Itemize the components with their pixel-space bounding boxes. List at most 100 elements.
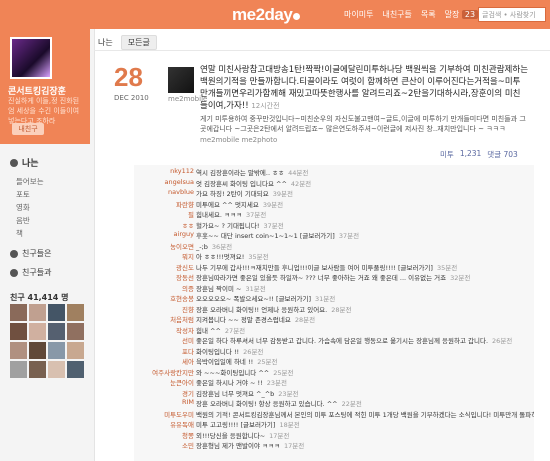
comment-row: nky112 역시 김장훈이라는 말밖에.. ㅎㅎ 44분전 — [134, 167, 534, 177]
comment-author[interactable]: airguy — [134, 230, 194, 238]
friend-avatar[interactable] — [10, 342, 27, 359]
sidebar-friend-groups[interactable]: 친구들과 — [10, 267, 88, 278]
comment-row: 장동선 장훈님따라가면 좋은일 있을듯 하일까~ ??? 너무 좋아하는 거죠 왜… — [134, 272, 534, 282]
comment-row: 경기 김장훈님 너무 멋져요 ^_^b 23분전 — [134, 388, 534, 398]
tab-all[interactable]: 모든글 — [120, 35, 157, 50]
sidebar-item-movie[interactable]: 영화 — [16, 201, 88, 214]
comment-author[interactable]: ㅎㅎ — [134, 220, 194, 230]
friend-avatar[interactable] — [10, 304, 27, 321]
sidebar-item-photo[interactable]: 포토 — [16, 188, 88, 201]
comment-time: 23분전 — [266, 379, 287, 387]
friend-avatar[interactable] — [10, 361, 27, 378]
friend-avatar[interactable] — [29, 342, 46, 359]
friend-groups-label: 친구들과 — [22, 268, 52, 277]
comment-author[interactable]: 포다 — [134, 346, 194, 356]
nav-friends[interactable]: 내친구들 — [382, 9, 411, 20]
friend-avatar[interactable] — [48, 342, 65, 359]
sidebar-friends-news[interactable]: 친구들은 — [10, 248, 88, 259]
comment-list: nky112 역시 김장훈이라는 말밖에.. ㅎㅎ 44분전 angelsua 엇 김장… — [134, 165, 534, 461]
comment-text: 백원의 기적! 콘서트킹김장훈님께서 본인의 미투 포스팅에 적힌 미투 1개당… — [196, 410, 534, 419]
friend-avatar[interactable] — [29, 304, 46, 321]
comment-author[interactable]: 미투도우미 — [134, 409, 194, 419]
comment-text: 장훈 오라버니 화이팅! 항상 응원하고 있습니다. ^^ 22분전 — [196, 400, 362, 408]
avatar[interactable] — [10, 37, 52, 79]
comment-author[interactable]: angelsua — [134, 178, 194, 186]
top-nav: 마이미투 내친구들 목록 말장 23 — [344, 9, 479, 20]
comment-author[interactable]: 호현송봉 — [134, 293, 194, 303]
comment-text: 장훈님 짝이미 ~31분전 — [196, 284, 266, 293]
comment-author[interactable]: 경기 — [134, 388, 194, 398]
comment-author[interactable]: 소민 — [134, 440, 194, 450]
comment-author[interactable]: 작성자 — [134, 325, 194, 335]
comment-author[interactable]: 뭐지 — [134, 251, 194, 261]
friend-avatar[interactable] — [29, 323, 46, 340]
search-input[interactable]: 글검색 • 사람찾기 — [478, 7, 546, 22]
friend-avatar[interactable] — [67, 323, 84, 340]
group-icon — [10, 268, 18, 277]
comment-author[interactable]: 유유독애 — [134, 419, 194, 429]
comment-author[interactable]: 진향 — [134, 304, 194, 314]
comment-row: 필 힘내세요. ㅋㅋㅋ 37분전 — [134, 209, 534, 219]
comment-text: 오오오오오~ 폭발으세요~!! [글보러가기] 31분전 — [196, 295, 336, 303]
comment-row: 유유독애 미투 고고링!!!! [글보러가기] 18분전 — [134, 419, 534, 429]
comment-author[interactable]: 파란향 — [134, 199, 194, 209]
friend-avatar[interactable] — [48, 323, 65, 340]
comment-row: 작성자 힘내 ^^ 27분전 — [134, 325, 534, 335]
comment-author[interactable]: 농이오면 — [134, 241, 194, 251]
comment-count[interactable]: 댓글 703 — [487, 149, 518, 160]
comment-time: 44분전 — [288, 169, 309, 177]
comment-row: 호현송봉 오오오오오~ 폭발으세요~!! [글보러가기] 31분전 — [134, 293, 534, 303]
comment-author[interactable]: 청쫑 — [134, 430, 194, 440]
comment-time: 39분전 — [262, 200, 284, 209]
comment-text: 나두 기부에 갑사!!!ㅋ재치만들 후니업!!!이글 보사람들 여어 미투풀링!… — [196, 263, 458, 272]
comment-row: 세아 육박이입일에 하네 !! 25분전 — [134, 356, 534, 366]
comment-time: 22분전 — [341, 400, 362, 408]
friend-avatar[interactable] — [67, 342, 84, 359]
nav-list[interactable]: 목록 — [421, 9, 436, 20]
friend-avatar[interactable] — [48, 304, 65, 321]
comment-author[interactable]: 장동선 — [134, 272, 194, 282]
comment-text: 아 ㅎㅎ!!!멋져요! 35분전 — [196, 253, 269, 261]
comment-author[interactable]: nky112 — [134, 167, 194, 175]
comment-author[interactable]: 처음처럼 — [134, 314, 194, 324]
comment-author[interactable]: 눈큰아이 — [134, 377, 194, 387]
friend-avatar[interactable] — [29, 361, 46, 378]
comment-row: 여주사랑칸지만 와 ~~~화이팅입니다 ^^ 25분전 — [134, 367, 534, 377]
comment-row: 의증 장훈님 짝이미 ~31분전 — [134, 283, 534, 293]
comment-author[interactable]: RIM — [134, 398, 194, 406]
comment-author[interactable]: 광신도 — [134, 262, 194, 272]
follow-button[interactable]: 내친구 — [12, 123, 44, 135]
me2-button[interactable]: 미투 — [440, 149, 454, 160]
friend-avatar[interactable] — [67, 361, 84, 378]
comment-author[interactable]: navblue — [134, 188, 194, 196]
sidebar-item-listen[interactable]: 들어보는 — [16, 175, 88, 188]
comment-time: 17분전 — [283, 442, 305, 450]
sidebar-item-book[interactable]: 책 — [16, 227, 88, 240]
comment-row: 포다 화이팅입니다 !! 26분전 — [134, 346, 534, 356]
comment-row: 광신도 나두 기부에 갑사!!!ㅋ재치만들 후니업!!!이글 보사람들 여어 미투… — [134, 262, 534, 272]
sidebar-item-album[interactable]: 음반 — [16, 214, 88, 227]
friend-avatar[interactable] — [10, 323, 27, 340]
comment-row: angelsua 엇 김장훈씨 화이팅 입니다요 ^^ 42분전 — [134, 178, 534, 188]
comment-time: 37분전 — [246, 211, 267, 219]
tab-me[interactable]: 나는 — [98, 37, 113, 48]
comment-text: _-;b 36분전 — [196, 242, 233, 251]
sidebar-me[interactable]: 나는 — [10, 156, 88, 169]
comment-time: 18분전 — [279, 421, 300, 429]
post-body: 연말 미친사랑참고대방송1탄!짝짝!이글에달린미투하나당 백원씩을 기부하여 미… — [200, 64, 528, 112]
comment-author[interactable]: 필 — [134, 209, 194, 219]
friend-avatar[interactable] — [48, 361, 65, 378]
comment-text: 좋은일 하다 하루셔서 너무 감동받고 갑니다. 가슴속에 담은일 행동으로 옮… — [196, 337, 513, 345]
nav-my-me2[interactable]: 마이미투 — [344, 9, 373, 20]
nav-messages[interactable]: 말장 23 — [445, 9, 479, 20]
me2day-logo[interactable]: me2day — [232, 5, 301, 25]
comment-author[interactable]: 의증 — [134, 283, 194, 293]
post-tags: 게기 미투용하여 중꾸만것입니다~미친순우의 자신도불고맨여~글트,이글에 미투… — [200, 115, 526, 133]
comment-author[interactable]: 세아 — [134, 356, 194, 366]
comment-author[interactable]: 여주사랑칸지만 — [134, 367, 194, 377]
friend-avatar[interactable] — [67, 304, 84, 321]
feed-tabs: 나는 모든글 — [98, 35, 157, 50]
post-author-avatar[interactable] — [168, 67, 194, 93]
comment-author[interactable]: 선미 — [134, 335, 194, 345]
comment-text: 김장훈님 너무 멋져요 ^_^b 23분전 — [196, 389, 299, 398]
